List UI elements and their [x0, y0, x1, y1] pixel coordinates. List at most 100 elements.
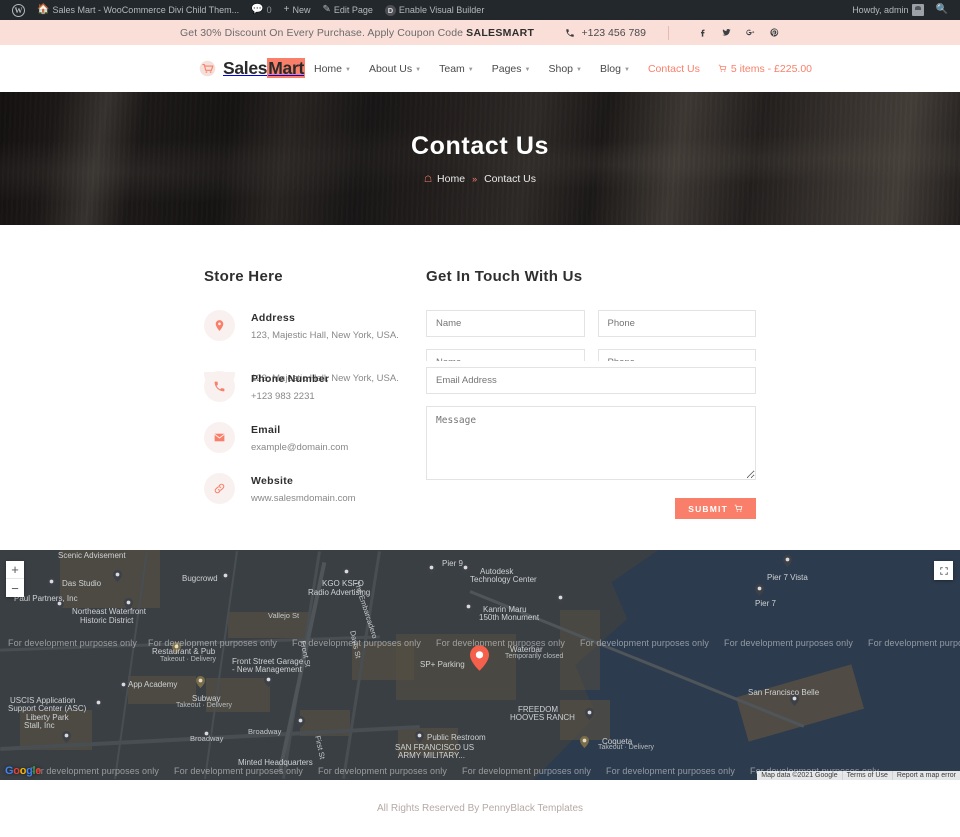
map-terms-of-use-link[interactable]: Terms of Use [841, 771, 892, 780]
location-map[interactable]: Scenic Advisement Das Studio Paul Partne… [0, 550, 960, 780]
primary-nav: Home ▼ About Us ▼ Team ▼ Pages ▼ Shop ▼ Blog ▼… [305, 63, 812, 75]
cart-summary-text: 5 items - £225.00 [730, 62, 813, 75]
nav-item-blog[interactable]: Blog ▼ [591, 63, 639, 75]
pencil-icon: ✎ [322, 4, 331, 15]
new-content-menu[interactable]: + New [278, 0, 317, 20]
map-label: San Francisco Belle [748, 688, 820, 697]
name-input-ghost[interactable] [426, 349, 585, 361]
message-textarea[interactable] [426, 406, 756, 480]
name-input[interactable] [426, 310, 585, 337]
map-pin [427, 562, 436, 575]
breadcrumb-home-link[interactable]: ☖ Home [424, 173, 465, 185]
link-icon [204, 473, 235, 504]
store-info-address: Address 123, Majestic Hall, New York, US… [204, 310, 426, 341]
nav-item-contact-us[interactable]: Contact Us [639, 63, 709, 75]
store-location-marker[interactable] [470, 645, 489, 671]
edit-page-link[interactable]: ✎ Edit Page [317, 0, 379, 20]
topbar-phone[interactable]: +123 456 789 [565, 27, 646, 39]
page-title: Contact Us [411, 132, 549, 160]
map-pin [94, 697, 103, 710]
comments-menu[interactable]: 💬 0 [245, 0, 277, 20]
logo-text: SalesMart [223, 58, 305, 79]
plus-icon: + [283, 4, 290, 15]
chevron-down-icon: ▼ [467, 66, 474, 73]
map-watermark: For development purposes only [30, 766, 159, 776]
map-pin [264, 674, 273, 687]
store-info-body: Address 123, Majestic Hall, New York, US… [251, 310, 399, 341]
map-zoom-in-button[interactable]: + [6, 561, 24, 579]
social-link-pinterest[interactable] [769, 27, 780, 38]
map-watermark: For development purposes only [462, 766, 591, 776]
map-label: Restaurant & Pub [152, 647, 216, 656]
site-title: Sales Mart - WooCommerce Divi Child Them… [52, 5, 240, 15]
cart-summary-link[interactable]: 5 items - £225.00 [709, 63, 812, 75]
phone-input[interactable] [597, 310, 756, 337]
social-link-google-plus[interactable] [745, 27, 756, 38]
map-zoom-out-button[interactable]: − [6, 579, 24, 597]
map-pin [47, 576, 56, 589]
contact-form-title: Get In Touch With Us [426, 268, 583, 285]
store-info-email: Email example@domain.com [204, 422, 426, 453]
nav-item-pages[interactable]: Pages ▼ [483, 63, 540, 75]
map-label: ARMY MILITARY... [398, 751, 465, 760]
map-label: Historic District [80, 616, 134, 625]
promo-coupon-code: SALESMART [466, 26, 535, 39]
chevron-down-icon: ▼ [524, 66, 531, 73]
map-label: Northeast Waterfront [72, 607, 146, 616]
submit-row: SUBMIT [426, 498, 756, 519]
nav-label: Pages [491, 62, 522, 75]
email-input[interactable] [426, 367, 756, 394]
map-label: Technology Center [470, 575, 537, 584]
avatar [911, 4, 924, 16]
map-fullscreen-button[interactable] [934, 561, 953, 580]
breadcrumb: ☖ Home » Contact Us [411, 173, 549, 185]
header-inner: SalesMart Home ▼ About Us ▼ Team ▼ Pages ▼ S… [199, 58, 812, 79]
submit-button[interactable]: SUBMIT [675, 498, 756, 519]
store-info-label: Address [251, 312, 296, 324]
wp-logo-menu[interactable]: W [6, 0, 31, 20]
adminbar-search-button[interactable]: 🔍 [930, 0, 954, 20]
map-pin [296, 715, 305, 728]
map-label: Das Studio [62, 579, 102, 588]
map-watermark: For development purposes only [8, 638, 137, 648]
submit-label: SUBMIT [688, 503, 728, 514]
nav-label: About Us [368, 62, 413, 75]
phone-input-ghost[interactable] [597, 349, 756, 361]
envelope-icon [204, 422, 235, 453]
phone-icon [566, 28, 575, 37]
map-watermark: For development purposes only [868, 638, 960, 648]
map-watermark: For development purposes only [580, 638, 709, 648]
hero-content: Contact Us ☖ Home » Contact Us [411, 132, 549, 185]
map-watermark: For development purposes only [606, 766, 735, 776]
map-pin [415, 730, 424, 743]
enable-visual-builder-link[interactable]: D Enable Visual Builder [379, 0, 490, 20]
nav-item-home[interactable]: Home ▼ [305, 63, 360, 75]
store-info-value: 123, Majestic Hall, New York, USA. [251, 330, 399, 341]
map-label: 150th Monument [479, 613, 540, 622]
contact-inner: Store Here Address 123, Majestic Hall, N… [204, 225, 756, 524]
map-label: Pier 7 [755, 599, 776, 608]
google-logo: Google [5, 765, 42, 777]
map-label: Bugcrowd [182, 574, 218, 583]
map-label: App Academy [128, 680, 178, 689]
site-footer: All Rights Reserved By PennyBlack Templa… [0, 780, 960, 837]
map-watermark: For development purposes only [148, 638, 277, 648]
map-pin [196, 675, 205, 688]
nav-item-shop[interactable]: Shop ▼ [539, 63, 590, 75]
store-info-value: www.salesmdomain.com [251, 493, 356, 504]
map-report-error-link[interactable]: Report a map error [891, 771, 960, 780]
nav-item-team[interactable]: Team ▼ [430, 63, 483, 75]
site-name-menu[interactable]: 🏠 Sales Mart - WooCommerce Divi Child Th… [31, 0, 245, 20]
promo-topbar: Get 30% Discount On Every Purchase. Appl… [0, 20, 960, 45]
map-label: SP+ Parking [420, 660, 465, 669]
social-link-twitter[interactable] [721, 27, 732, 38]
my-account-menu[interactable]: Howdy, admin [846, 0, 929, 20]
site-logo[interactable]: SalesMart [199, 58, 305, 79]
social-link-facebook[interactable] [697, 27, 708, 38]
map-attribution: Map data ©2021 Google Terms of Use Repor… [757, 771, 960, 780]
form-row-name-phone [426, 310, 756, 337]
nav-label: Home [313, 62, 342, 75]
topbar-phone-number: +123 456 789 [581, 26, 646, 39]
store-info-website: Website www.salesmdomain.com [204, 473, 426, 504]
nav-item-about-us[interactable]: About Us ▼ [360, 63, 430, 75]
